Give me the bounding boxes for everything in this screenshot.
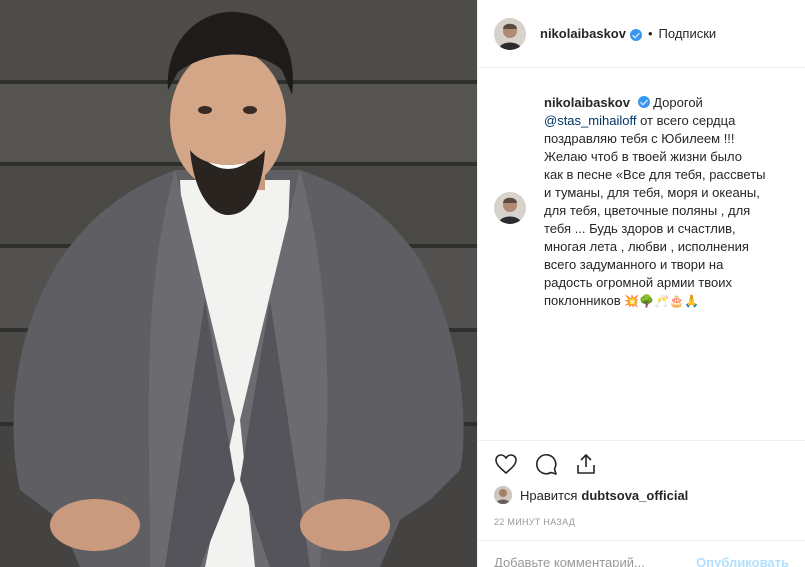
heart-icon [495, 453, 517, 474]
post-side-panel: nikolaibaskov • Подписки nikolaibaskov Д… [477, 0, 805, 567]
liker-username[interactable]: dubtsova_official [581, 488, 688, 503]
post-comment-button[interactable]: Опубликовать [696, 555, 789, 567]
post-image [0, 0, 477, 567]
action-bar [478, 440, 805, 486]
following-button[interactable]: Подписки [659, 26, 717, 41]
verified-badge-icon [629, 28, 642, 41]
post-photo[interactable] [0, 0, 477, 567]
like-button[interactable] [494, 452, 518, 476]
author-avatar[interactable] [494, 17, 526, 50]
comment-bar: Добавьте комментарий... Опубликовать [478, 540, 805, 567]
post-timestamp[interactable]: 22 МИНУТ НАЗАД [494, 517, 575, 527]
liker-avatar[interactable] [494, 486, 512, 504]
caption-mention-link[interactable]: @stas_mihailoff [544, 113, 636, 128]
comment-button[interactable] [534, 452, 558, 476]
separator-dot: • [647, 26, 653, 41]
post-header: nikolaibaskov • Подписки [478, 0, 805, 68]
likes-prefix: Нравится [520, 487, 578, 503]
caption-text: nikolaibaskov Дорогой @stas_mihailoff от… [544, 94, 788, 310]
caption-row: nikolaibaskov Дорогой @stas_mihailoff от… [478, 68, 805, 310]
caption-username[interactable]: nikolaibaskov [544, 95, 630, 110]
caption-avatar[interactable] [494, 192, 526, 224]
share-icon [577, 453, 595, 474]
caption-lead: Дорогой [653, 95, 703, 110]
author-username[interactable]: nikolaibaskov [540, 26, 626, 41]
comment-input[interactable]: Добавьте комментарий... [494, 555, 696, 567]
comment-icon [535, 453, 557, 475]
caption-body: от всего сердца поздравляю тебя с Юбилее… [544, 113, 766, 308]
caption-verified-badge-icon [637, 96, 650, 108]
likes-line: Нравится dubtsova_official [494, 486, 688, 504]
share-button[interactable] [574, 452, 598, 476]
caption-emojis: 💥🌳🥂🎂🙏 [624, 294, 699, 308]
